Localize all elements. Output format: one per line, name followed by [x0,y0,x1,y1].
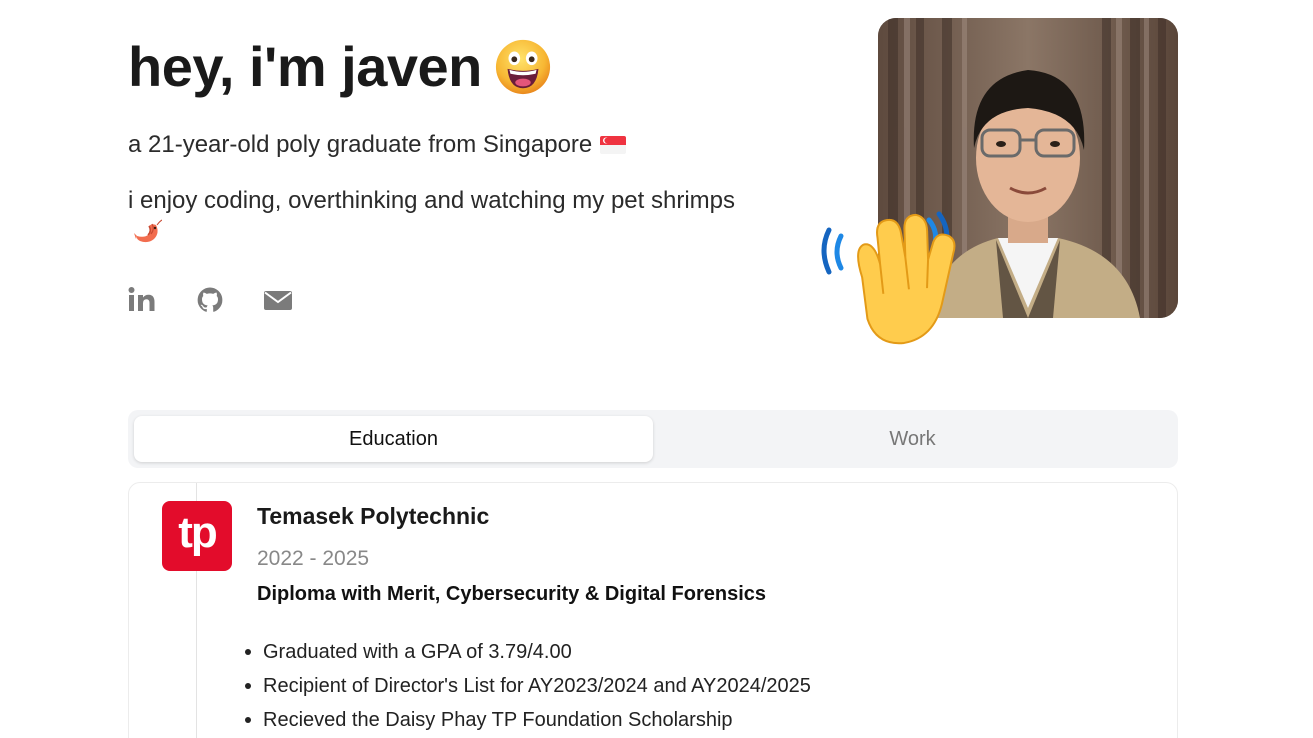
school-name: Temasek Polytechnic [257,503,490,529]
hobbies-text: i enjoy coding, overthinking and watchin… [128,186,748,246]
logo-text: tp [178,508,218,557]
list-item: Recipient of Director's List for AY2023/… [245,669,811,703]
highlight-text: Recieved the Daisy Phay TP Foundation Sc… [263,709,733,731]
mail-icon[interactable] [264,286,292,314]
tab-work[interactable]: Work [653,416,1172,462]
tab-education[interactable]: Education [134,416,653,462]
social-links [128,286,332,314]
highlight-text: Graduated with a GPA of 3.79/4.00 [263,641,572,663]
bullet-icon [245,683,251,689]
grinning-face-emoji-icon [495,39,550,94]
bullet-icon [245,717,251,723]
list-item: Graduated with a GPA of 3.79/4.00 [245,635,811,669]
hero-title: hey, i'm javen [128,34,552,99]
hobbies-label: i enjoy coding, overthinking and watchin… [128,187,735,214]
highlights-list: Graduated with a GPA of 3.79/4.00 Recipi… [245,635,811,737]
temasek-polytechnic-logo: tp [162,501,232,571]
linkedin-icon[interactable] [128,286,156,314]
github-icon[interactable] [196,286,224,314]
singapore-flag-icon [600,136,627,154]
list-item: Recieved the Daisy Phay TP Foundation Sc… [245,703,811,737]
waving-hand-emoji-icon [821,211,956,345]
highlight-text: Recipient of Director's List for AY2023/… [263,675,811,697]
experience-tabs: Education Work [128,410,1178,468]
education-card: tp Temasek Polytechnic 2022 - 2025 Diplo… [128,482,1178,738]
intro-text: a 21-year-old poly graduate from Singapo… [128,130,627,160]
qualification: Diploma with Merit, Cybersecurity & Digi… [257,583,767,605]
shrimp-emoji-icon [134,219,162,242]
intro-label: a 21-year-old poly graduate from Singapo… [128,131,593,158]
school-years: 2022 - 2025 [257,547,370,570]
hero-title-text: hey, i'm javen [128,35,482,98]
bullet-icon [245,649,251,655]
